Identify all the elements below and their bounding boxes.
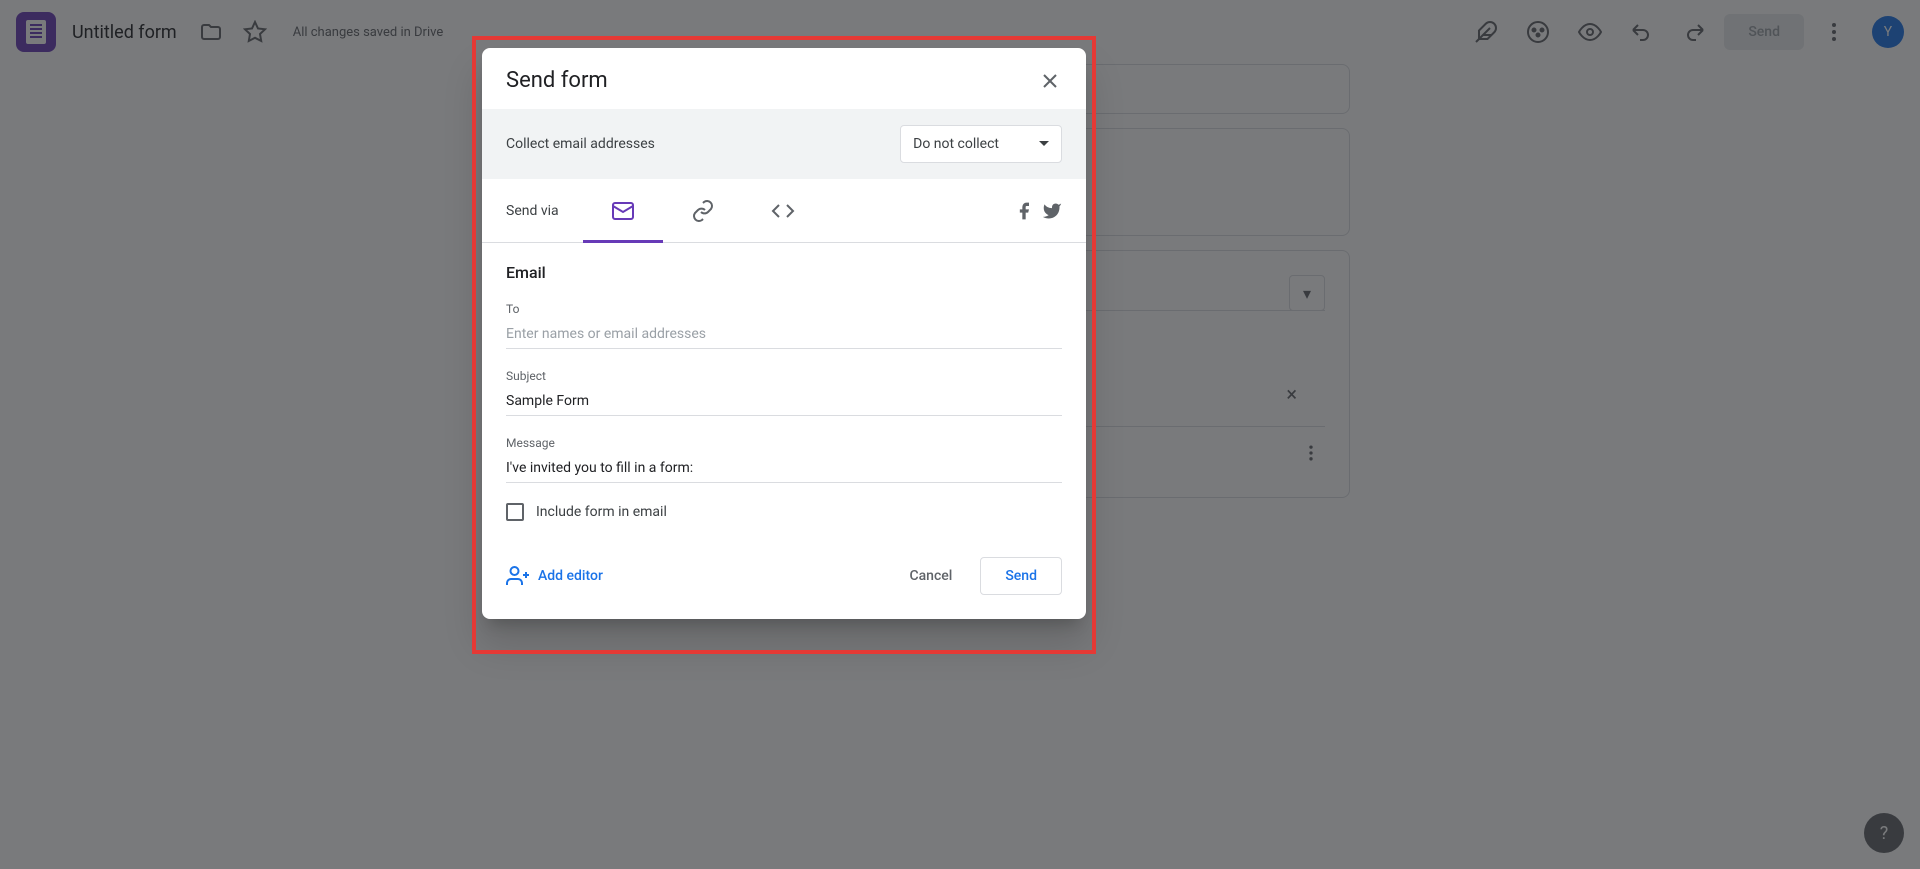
send-button[interactable]: Send [980, 557, 1062, 595]
include-form-checkbox[interactable] [506, 503, 524, 521]
dialog-title: Send form [506, 68, 608, 93]
email-icon [611, 199, 635, 223]
to-input[interactable] [506, 320, 1062, 349]
embed-icon [771, 199, 795, 223]
message-input[interactable] [506, 454, 1062, 483]
tab-email[interactable] [583, 179, 663, 243]
dialog-footer: Add editor Cancel Send [482, 541, 1086, 619]
collect-email-row: Collect email addresses Do not collect [482, 109, 1086, 179]
tab-link[interactable] [663, 179, 743, 243]
tab-embed[interactable] [743, 179, 823, 243]
message-label: Message [506, 436, 1062, 450]
collect-email-dropdown[interactable]: Do not collect [900, 125, 1062, 163]
send-via-label: Send via [506, 203, 559, 219]
add-editor-button[interactable]: Add editor [506, 564, 603, 588]
send-via-tabs: Send via [482, 179, 1086, 243]
link-icon [691, 199, 715, 223]
email-form-section: Email To Subject Message Include form in… [482, 243, 1086, 541]
chevron-down-icon [1039, 139, 1049, 149]
to-label: To [506, 302, 1062, 316]
subject-label: Subject [506, 369, 1062, 383]
cancel-button[interactable]: Cancel [889, 557, 972, 595]
collect-email-label: Collect email addresses [506, 136, 655, 152]
add-person-icon [506, 564, 530, 588]
send-form-dialog: Send form Collect email addresses Do not… [482, 48, 1086, 619]
twitter-icon[interactable] [1042, 201, 1062, 221]
email-section-heading: Email [506, 263, 1062, 282]
dropdown-value: Do not collect [913, 136, 999, 152]
close-icon[interactable] [1038, 69, 1062, 93]
include-form-label: Include form in email [536, 504, 667, 520]
facebook-icon[interactable] [1014, 201, 1034, 221]
subject-input[interactable] [506, 387, 1062, 416]
add-editor-label: Add editor [538, 568, 603, 584]
